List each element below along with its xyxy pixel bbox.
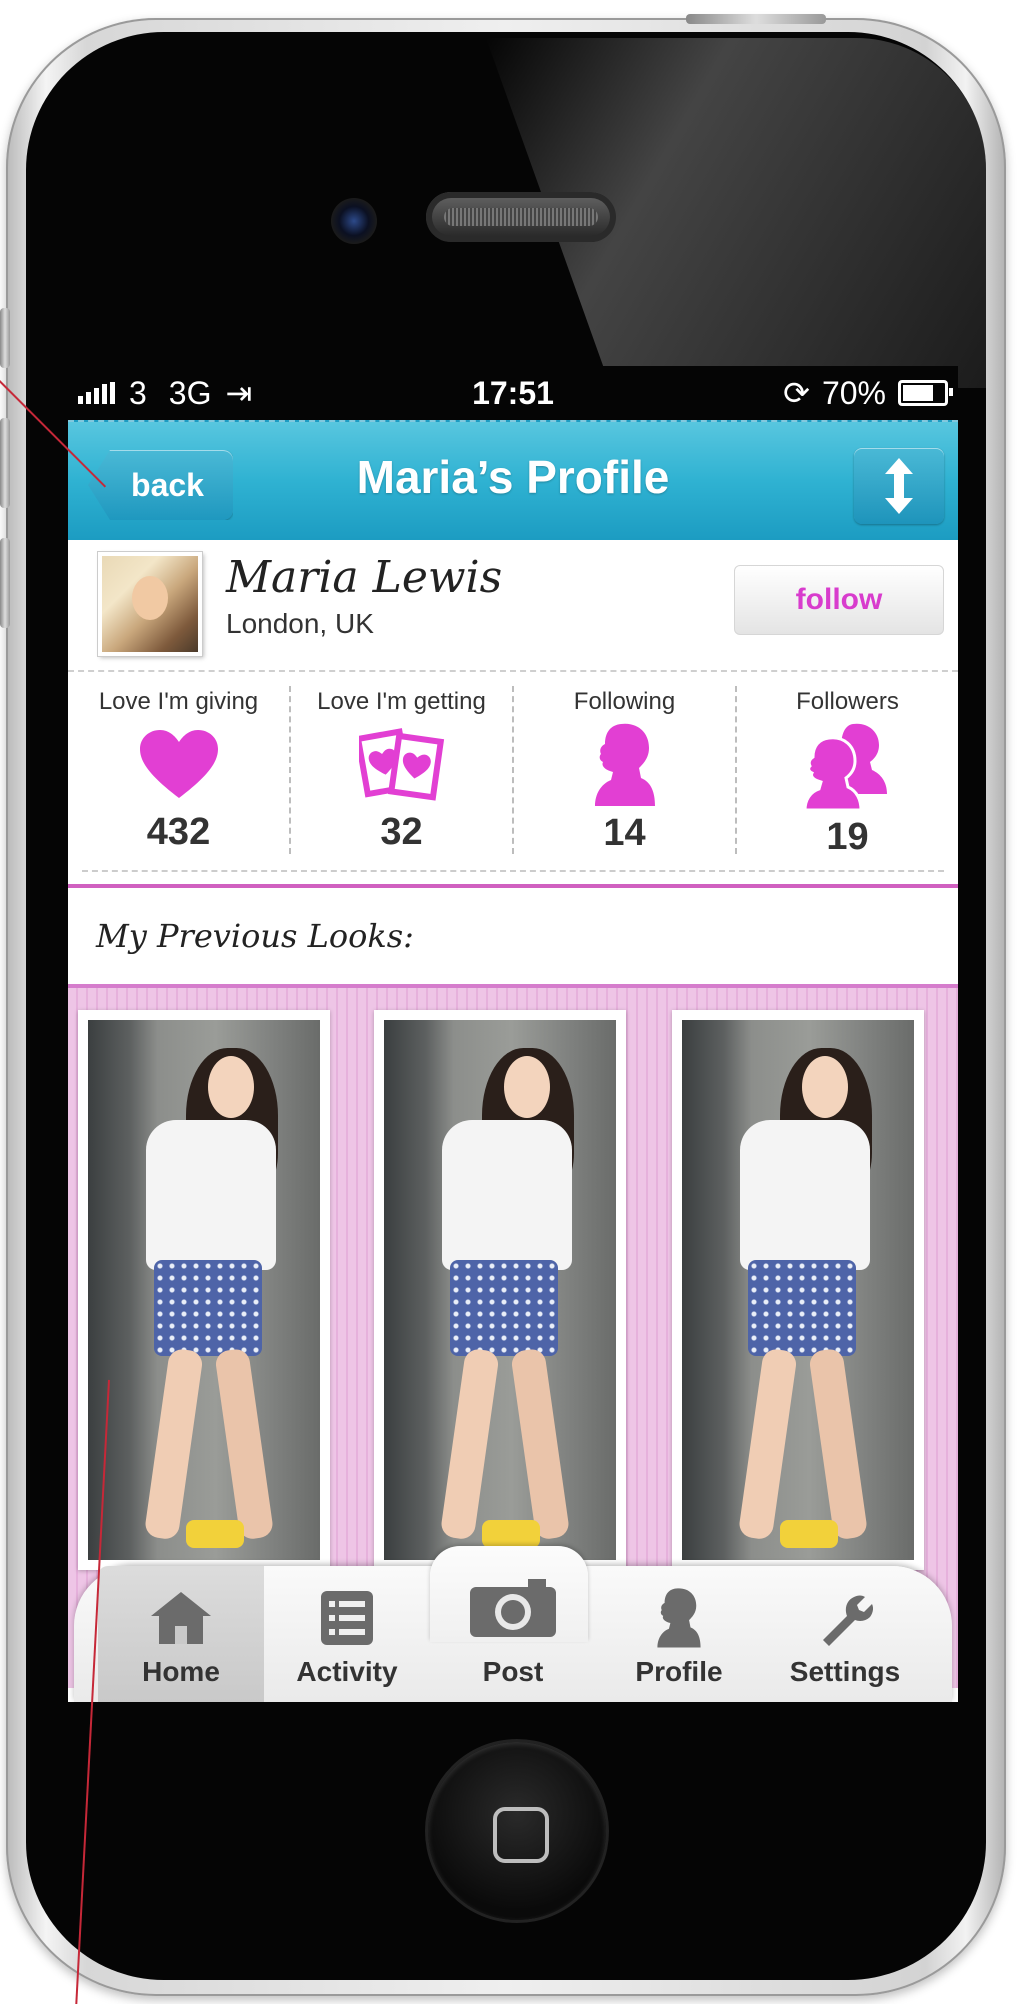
stat-following[interactable]: Following 14 — [512, 686, 735, 854]
tab-label: Settings — [789, 1656, 901, 1687]
tab-label: Post — [482, 1656, 544, 1687]
stat-value: 432 — [146, 811, 211, 853]
battery-percent: 70% — [821, 374, 886, 411]
look-photo — [682, 1020, 914, 1560]
tab-label: Home — [142, 1656, 220, 1687]
woman-silhouette-icon — [657, 1588, 701, 1648]
sort-button[interactable] — [854, 448, 944, 524]
heart-icon — [139, 729, 218, 798]
up-down-arrow-icon — [885, 458, 913, 514]
tab-label: Profile — [635, 1656, 723, 1687]
profile-name: Maria Lewis — [226, 552, 503, 603]
tab-post[interactable]: Post — [430, 1566, 596, 1702]
signal-bars-icon — [78, 382, 115, 404]
stat-love-getting[interactable]: Love I'm getting 32 — [289, 686, 512, 854]
wrench-icon — [823, 1595, 873, 1646]
photos-heart-icon — [358, 727, 444, 801]
house-icon — [151, 1592, 211, 1644]
avatar[interactable] — [98, 552, 202, 656]
woman-silhouette-icon — [594, 723, 655, 806]
carrier-label: 3 — [129, 374, 147, 411]
list-icon — [321, 1591, 373, 1645]
app-screen: 3 3G ⇥ 17:51 ⟳ 70% back Maria’s Profile … — [68, 366, 958, 1702]
volume-up-button — [0, 418, 10, 508]
stat-label: Love I'm giving — [98, 688, 259, 715]
front-camera — [331, 198, 377, 244]
battery-icon — [898, 380, 953, 406]
look-thumbnail[interactable] — [78, 1010, 330, 1570]
stats-row: Love I'm giving 432 Love I'm getting 32 … — [68, 672, 958, 888]
nav-bar: back Maria’s Profile — [68, 420, 958, 540]
look-photo — [88, 1020, 320, 1560]
stat-label: Love I'm getting — [317, 688, 486, 715]
look-thumbnail[interactable] — [374, 1010, 626, 1570]
stat-value: 19 — [826, 816, 869, 858]
profile-location: London, UK — [226, 608, 374, 639]
earpiece-speaker — [426, 192, 616, 242]
stat-value: 14 — [603, 812, 646, 854]
power-button — [686, 14, 826, 24]
two-women-silhouette-icon — [802, 723, 887, 812]
section-title: My Previous Looks: — [68, 888, 958, 984]
stat-followers[interactable]: Followers 19 — [735, 686, 958, 858]
tab-profile[interactable]: Profile — [596, 1566, 762, 1702]
tab-settings[interactable]: Settings — [762, 1566, 928, 1702]
stat-value: 32 — [380, 811, 423, 853]
mute-switch — [0, 308, 10, 368]
volume-down-button — [0, 538, 10, 628]
tab-activity[interactable]: Activity — [264, 1566, 430, 1702]
status-bar: 3 3G ⇥ 17:51 ⟳ 70% — [68, 366, 958, 420]
tab-bar: Home Activity Post Profile Settings — [68, 1546, 958, 1702]
stat-label: Following — [573, 688, 676, 715]
page-title: Maria’s Profile — [356, 451, 670, 503]
network-label: 3G — [168, 374, 212, 411]
follow-button[interactable]: follow — [734, 565, 944, 635]
home-button[interactable] — [428, 1742, 606, 1920]
profile-header: Maria Lewis London, UK follow — [68, 540, 958, 672]
tab-home[interactable]: Home — [98, 1566, 264, 1702]
look-thumbnail[interactable] — [672, 1010, 924, 1570]
look-photo — [384, 1020, 616, 1560]
tab-label: Activity — [296, 1656, 398, 1687]
rotation-lock-icon: ⟳ — [783, 375, 810, 411]
call-forward-icon: ⇥ — [225, 375, 253, 411]
stat-label: Followers — [796, 688, 899, 715]
camera-icon — [470, 1579, 556, 1637]
stat-love-giving[interactable]: Love I'm giving 432 — [68, 686, 289, 854]
